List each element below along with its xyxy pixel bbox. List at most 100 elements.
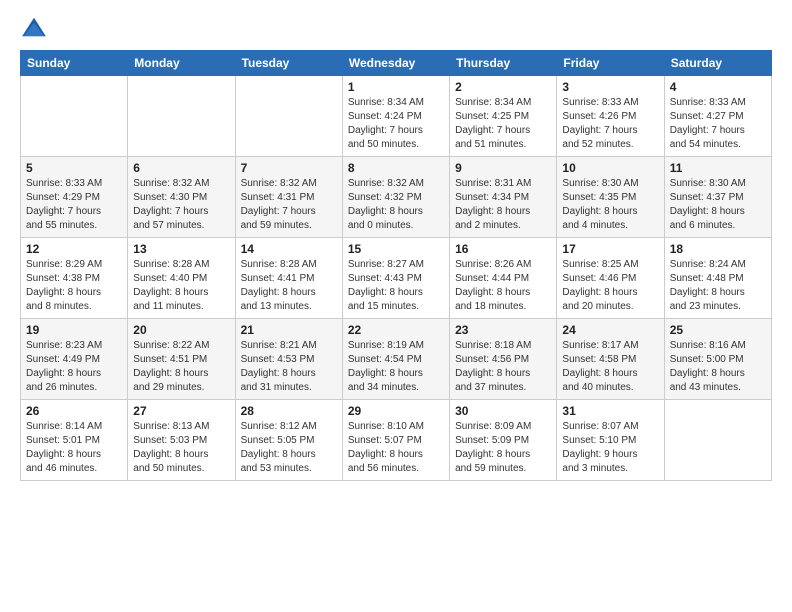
- day-number: 10: [562, 161, 658, 175]
- calendar-day-15: 15 Sunrise: 8:27 AM Sunset: 4:43 PM Dayli…: [342, 238, 449, 319]
- day-number: 14: [241, 242, 337, 256]
- day-detail: Sunrise: 8:33 AM Sunset: 4:27 PM Dayligh…: [670, 96, 766, 152]
- day-detail: Sunrise: 8:28 AM Sunset: 4:40 PM Dayligh…: [133, 258, 229, 314]
- calendar-day-18: 18 Sunrise: 8:24 AM Sunset: 4:48 PM Dayli…: [664, 238, 771, 319]
- day-number: 24: [562, 323, 658, 337]
- header-saturday: Saturday: [664, 51, 771, 76]
- day-number: 29: [348, 404, 444, 418]
- calendar-day-25: 25 Sunrise: 8:16 AM Sunset: 5:00 PM Dayli…: [664, 319, 771, 400]
- calendar-day-8: 8 Sunrise: 8:32 AM Sunset: 4:32 PM Daylig…: [342, 157, 449, 238]
- day-number: 20: [133, 323, 229, 337]
- calendar-day-20: 20 Sunrise: 8:22 AM Sunset: 4:51 PM Dayli…: [128, 319, 235, 400]
- day-number: 26: [26, 404, 122, 418]
- calendar-day-4: 4 Sunrise: 8:33 AM Sunset: 4:27 PM Daylig…: [664, 76, 771, 157]
- calendar-day-empty: [664, 400, 771, 481]
- day-number: 5: [26, 161, 122, 175]
- calendar-day-7: 7 Sunrise: 8:32 AM Sunset: 4:31 PM Daylig…: [235, 157, 342, 238]
- calendar-day-14: 14 Sunrise: 8:28 AM Sunset: 4:41 PM Dayli…: [235, 238, 342, 319]
- day-number: 7: [241, 161, 337, 175]
- calendar-day-26: 26Sunrise: 8:14 AM Sunset: 5:01 PM Dayli…: [21, 400, 128, 481]
- day-detail: Sunrise: 8:30 AM Sunset: 4:37 PM Dayligh…: [670, 177, 766, 233]
- day-detail: Sunrise: 8:10 AM Sunset: 5:07 PM Dayligh…: [348, 420, 444, 476]
- calendar-day-10: 10 Sunrise: 8:30 AM Sunset: 4:35 PM Dayli…: [557, 157, 664, 238]
- day-detail: Sunrise: 8:32 AM Sunset: 4:30 PM Dayligh…: [133, 177, 229, 233]
- day-number: 16: [455, 242, 551, 256]
- day-number: 22: [348, 323, 444, 337]
- calendar-week-row: 12Sunrise: 8:29 AM Sunset: 4:38 PM Dayli…: [21, 238, 772, 319]
- calendar-day-31: 31 Sunrise: 8:07 AM Sunset: 5:10 PM Dayli…: [557, 400, 664, 481]
- calendar-day-19: 19Sunrise: 8:23 AM Sunset: 4:49 PM Dayli…: [21, 319, 128, 400]
- day-detail: Sunrise: 8:27 AM Sunset: 4:43 PM Dayligh…: [348, 258, 444, 314]
- day-number: 4: [670, 80, 766, 94]
- day-detail: Sunrise: 8:09 AM Sunset: 5:09 PM Dayligh…: [455, 420, 551, 476]
- day-number: 18: [670, 242, 766, 256]
- day-number: 25: [670, 323, 766, 337]
- calendar-day-30: 30Sunrise: 8:09 AM Sunset: 5:09 PM Dayli…: [450, 400, 557, 481]
- day-detail: Sunrise: 8:25 AM Sunset: 4:46 PM Dayligh…: [562, 258, 658, 314]
- day-detail: Sunrise: 8:24 AM Sunset: 4:48 PM Dayligh…: [670, 258, 766, 314]
- calendar-week-row: 19Sunrise: 8:23 AM Sunset: 4:49 PM Dayli…: [21, 319, 772, 400]
- day-detail: Sunrise: 8:12 AM Sunset: 5:05 PM Dayligh…: [241, 420, 337, 476]
- calendar-day-12: 12Sunrise: 8:29 AM Sunset: 4:38 PM Dayli…: [21, 238, 128, 319]
- calendar-week-row: 1 Sunrise: 8:34 AM Sunset: 4:24 PM Daylig…: [21, 76, 772, 157]
- calendar-day-empty: [235, 76, 342, 157]
- day-detail: Sunrise: 8:28 AM Sunset: 4:41 PM Dayligh…: [241, 258, 337, 314]
- logo: [20, 16, 52, 38]
- day-detail: Sunrise: 8:22 AM Sunset: 4:51 PM Dayligh…: [133, 339, 229, 395]
- calendar-day-29: 29 Sunrise: 8:10 AM Sunset: 5:07 PM Dayli…: [342, 400, 449, 481]
- day-number: 15: [348, 242, 444, 256]
- calendar-day-24: 24 Sunrise: 8:17 AM Sunset: 4:58 PM Dayli…: [557, 319, 664, 400]
- day-number: 1: [348, 80, 444, 94]
- calendar-day-22: 22 Sunrise: 8:19 AM Sunset: 4:54 PM Dayli…: [342, 319, 449, 400]
- day-number: 6: [133, 161, 229, 175]
- calendar-day-23: 23Sunrise: 8:18 AM Sunset: 4:56 PM Dayli…: [450, 319, 557, 400]
- day-detail: Sunrise: 8:23 AM Sunset: 4:49 PM Dayligh…: [26, 339, 122, 395]
- header-sunday: Sunday: [21, 51, 128, 76]
- calendar-day-17: 17 Sunrise: 8:25 AM Sunset: 4:46 PM Dayli…: [557, 238, 664, 319]
- day-detail: Sunrise: 8:33 AM Sunset: 4:29 PM Dayligh…: [26, 177, 122, 233]
- calendar-week-row: 26Sunrise: 8:14 AM Sunset: 5:01 PM Dayli…: [21, 400, 772, 481]
- day-detail: Sunrise: 8:34 AM Sunset: 4:25 PM Dayligh…: [455, 96, 551, 152]
- day-detail: Sunrise: 8:07 AM Sunset: 5:10 PM Dayligh…: [562, 420, 658, 476]
- calendar-day-2: 2 Sunrise: 8:34 AM Sunset: 4:25 PM Daylig…: [450, 76, 557, 157]
- calendar-day-1: 1 Sunrise: 8:34 AM Sunset: 4:24 PM Daylig…: [342, 76, 449, 157]
- header-tuesday: Tuesday: [235, 51, 342, 76]
- calendar-day-27: 27 Sunrise: 8:13 AM Sunset: 5:03 PM Dayli…: [128, 400, 235, 481]
- calendar-week-row: 5 Sunrise: 8:33 AM Sunset: 4:29 PM Daylig…: [21, 157, 772, 238]
- day-number: 2: [455, 80, 551, 94]
- day-detail: Sunrise: 8:30 AM Sunset: 4:35 PM Dayligh…: [562, 177, 658, 233]
- calendar-day-3: 3 Sunrise: 8:33 AM Sunset: 4:26 PM Daylig…: [557, 76, 664, 157]
- day-detail: Sunrise: 8:32 AM Sunset: 4:32 PM Dayligh…: [348, 177, 444, 233]
- calendar-table: SundayMondayTuesdayWednesdayThursdayFrid…: [20, 50, 772, 481]
- calendar-header-row: SundayMondayTuesdayWednesdayThursdayFrid…: [21, 51, 772, 76]
- day-detail: Sunrise: 8:32 AM Sunset: 4:31 PM Dayligh…: [241, 177, 337, 233]
- day-number: 17: [562, 242, 658, 256]
- logo-icon: [20, 16, 48, 38]
- day-number: 27: [133, 404, 229, 418]
- calendar-day-6: 6 Sunrise: 8:32 AM Sunset: 4:30 PM Daylig…: [128, 157, 235, 238]
- calendar-day-11: 11Sunrise: 8:30 AM Sunset: 4:37 PM Dayli…: [664, 157, 771, 238]
- day-number: 21: [241, 323, 337, 337]
- day-number: 13: [133, 242, 229, 256]
- header-monday: Monday: [128, 51, 235, 76]
- day-number: 3: [562, 80, 658, 94]
- day-detail: Sunrise: 8:19 AM Sunset: 4:54 PM Dayligh…: [348, 339, 444, 395]
- day-detail: Sunrise: 8:17 AM Sunset: 4:58 PM Dayligh…: [562, 339, 658, 395]
- day-number: 31: [562, 404, 658, 418]
- calendar-day-5: 5 Sunrise: 8:33 AM Sunset: 4:29 PM Daylig…: [21, 157, 128, 238]
- day-detail: Sunrise: 8:13 AM Sunset: 5:03 PM Dayligh…: [133, 420, 229, 476]
- calendar-day-28: 28 Sunrise: 8:12 AM Sunset: 5:05 PM Dayli…: [235, 400, 342, 481]
- day-number: 23: [455, 323, 551, 337]
- day-detail: Sunrise: 8:16 AM Sunset: 5:00 PM Dayligh…: [670, 339, 766, 395]
- day-number: 28: [241, 404, 337, 418]
- calendar-day-9: 9Sunrise: 8:31 AM Sunset: 4:34 PM Daylig…: [450, 157, 557, 238]
- calendar-day-13: 13 Sunrise: 8:28 AM Sunset: 4:40 PM Dayli…: [128, 238, 235, 319]
- day-detail: Sunrise: 8:26 AM Sunset: 4:44 PM Dayligh…: [455, 258, 551, 314]
- day-detail: Sunrise: 8:34 AM Sunset: 4:24 PM Dayligh…: [348, 96, 444, 152]
- day-number: 8: [348, 161, 444, 175]
- day-detail: Sunrise: 8:33 AM Sunset: 4:26 PM Dayligh…: [562, 96, 658, 152]
- header-friday: Friday: [557, 51, 664, 76]
- day-detail: Sunrise: 8:29 AM Sunset: 4:38 PM Dayligh…: [26, 258, 122, 314]
- header-thursday: Thursday: [450, 51, 557, 76]
- day-number: 9: [455, 161, 551, 175]
